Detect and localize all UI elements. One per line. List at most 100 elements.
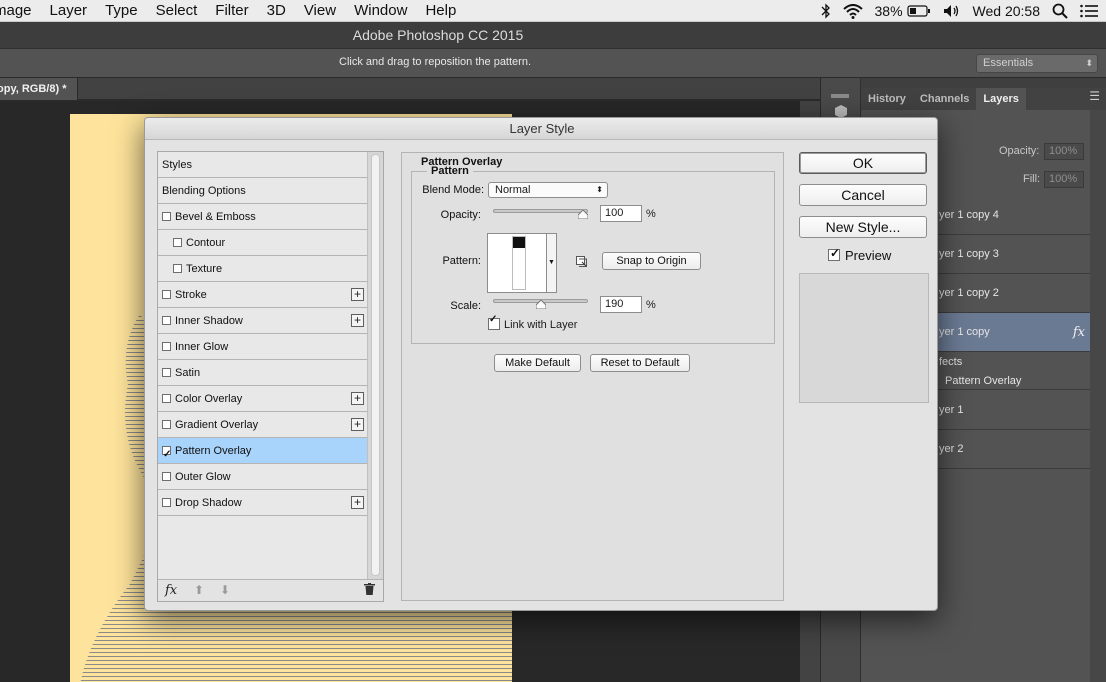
tab-history[interactable]: History	[861, 88, 913, 110]
add-instance-plus-icon[interactable]: +	[351, 418, 364, 431]
menu-3d[interactable]: 3D	[258, 0, 295, 22]
style-item-label: Styles	[162, 159, 192, 171]
bluetooth-icon[interactable]	[821, 3, 831, 19]
opacity-slider[interactable]	[493, 209, 588, 213]
menu-type[interactable]: Type	[96, 0, 147, 22]
panel-scrollbar[interactable]	[1090, 110, 1106, 682]
preview-toggle[interactable]: Preview	[828, 246, 891, 263]
panel-collapse-bar[interactable]	[861, 78, 1106, 88]
layer-fill-field[interactable]: 100%	[1044, 171, 1084, 188]
workspace-select[interactable]: Essentials ⬍	[976, 54, 1098, 73]
opacity-input[interactable]: 100	[600, 205, 642, 222]
pattern-picker-dropdown[interactable]: ▼	[547, 233, 557, 293]
style-item[interactable]: Styles	[158, 152, 368, 178]
layer-name: yer 2	[939, 443, 964, 455]
style-item[interactable]: Color Overlay +	[158, 386, 368, 412]
layer-fx-icon[interactable]: fx	[1073, 313, 1085, 352]
style-checkbox[interactable]	[162, 342, 171, 351]
menu-bar: mage Layer Type Select Filter 3D View Wi…	[0, 0, 1106, 22]
style-item[interactable]: Pattern Overlay	[158, 438, 368, 468]
wifi-icon[interactable]	[842, 3, 863, 19]
reset-to-default-button[interactable]: Reset to Default	[590, 354, 690, 372]
effects-label: fects	[939, 356, 963, 368]
style-checkbox[interactable]	[162, 442, 171, 468]
cancel-button[interactable]: Cancel	[799, 184, 927, 206]
style-item[interactable]: Texture	[158, 256, 368, 282]
style-checkbox[interactable]	[162, 394, 171, 403]
style-checkbox[interactable]	[162, 212, 171, 221]
styles-list-scrollbar[interactable]	[367, 152, 383, 579]
style-item[interactable]: Drop Shadow +	[158, 490, 368, 516]
make-default-button[interactable]: Make Default	[494, 354, 581, 372]
style-item[interactable]: Inner Shadow +	[158, 308, 368, 334]
menu-help[interactable]: Help	[416, 0, 465, 22]
style-checkbox[interactable]	[173, 264, 182, 273]
scale-slider-thumb[interactable]	[535, 300, 546, 309]
spotlight-search-icon[interactable]	[1052, 3, 1068, 19]
menu-filter[interactable]: Filter	[206, 0, 257, 22]
add-instance-plus-icon[interactable]: +	[351, 288, 364, 301]
notification-center-icon[interactable]	[1080, 4, 1098, 18]
new-style-button[interactable]: New Style...	[799, 216, 927, 238]
style-checkbox[interactable]	[162, 290, 171, 299]
style-checkbox[interactable]	[162, 368, 171, 377]
style-checkbox[interactable]	[162, 472, 171, 481]
trash-icon[interactable]	[364, 583, 375, 598]
add-effect-fx-button[interactable]: fx	[165, 583, 177, 598]
ok-button[interactable]: OK	[799, 152, 927, 174]
style-item-label: Texture	[186, 263, 223, 275]
blend-mode-value: Normal	[495, 184, 531, 196]
menu-image[interactable]: mage	[0, 0, 41, 22]
style-item[interactable]: Bevel & Emboss	[158, 204, 368, 230]
style-checkbox[interactable]	[173, 238, 182, 247]
style-checkbox[interactable]	[162, 498, 171, 507]
blend-mode-select[interactable]: Normal ⬍	[488, 182, 608, 198]
add-instance-plus-icon[interactable]: +	[351, 392, 364, 405]
style-item[interactable]: Outer Glow	[158, 464, 368, 490]
menu-view[interactable]: View	[295, 0, 345, 22]
move-up-icon[interactable]: ⬆	[194, 583, 204, 597]
new-preset-icon[interactable]	[576, 256, 587, 270]
style-item[interactable]: Stroke +	[158, 282, 368, 308]
style-item-label: Bevel & Emboss	[175, 211, 256, 223]
workspace-value: Essentials	[983, 57, 1034, 69]
link-with-layer-checkbox[interactable]: Link with Layer	[488, 314, 577, 331]
scrollbar-thumb[interactable]	[371, 154, 380, 576]
opacity-slider-thumb[interactable]	[578, 210, 588, 219]
clock[interactable]: Wed 20:58	[973, 3, 1040, 19]
layer-style-dialog: Layer Style Styles Blending Options Bevel …	[144, 117, 938, 611]
style-item[interactable]: Satin	[158, 360, 368, 386]
layer-name: yer 1 copy 4	[939, 209, 999, 221]
add-instance-plus-icon[interactable]: +	[351, 314, 364, 327]
move-down-icon[interactable]: ⬇	[220, 583, 230, 597]
tab-layers[interactable]: Layers	[976, 88, 1026, 110]
pattern-swatch[interactable]	[487, 233, 547, 293]
menu-select[interactable]: Select	[147, 0, 207, 22]
add-instance-plus-icon[interactable]: +	[351, 496, 364, 509]
scale-input[interactable]: 190	[600, 296, 642, 313]
percent-sign: %	[646, 299, 656, 311]
document-tab[interactable]: opy, RGB/8) *	[0, 78, 78, 100]
tab-channels[interactable]: Channels	[913, 88, 977, 110]
panel-menu-icon[interactable]: ☰	[1089, 89, 1100, 103]
layer-name: yer 1 copy	[939, 326, 990, 338]
effect-item[interactable]: Pattern Overlay	[945, 374, 1091, 388]
menu-window[interactable]: Window	[345, 0, 416, 22]
volume-icon[interactable]	[943, 4, 961, 18]
battery-icon[interactable]	[906, 5, 931, 17]
style-item[interactable]: Contour	[158, 230, 368, 256]
style-checkbox[interactable]	[162, 420, 171, 429]
style-item[interactable]: Gradient Overlay +	[158, 412, 368, 438]
layer-opacity-field[interactable]: 100%	[1044, 143, 1084, 160]
checkbox[interactable]	[488, 314, 500, 330]
style-item[interactable]: Inner Glow	[158, 334, 368, 360]
menu-layer[interactable]: Layer	[41, 0, 97, 22]
options-hint: Click and drag to reposition the pattern…	[339, 56, 532, 68]
preview-checkbox[interactable]	[828, 246, 840, 261]
style-item[interactable]: Blending Options	[158, 178, 368, 204]
dialog-title[interactable]: Layer Style	[145, 118, 937, 140]
snap-to-origin-button[interactable]: Snap to Origin	[602, 252, 701, 270]
layer-name: yer 1 copy 3	[939, 248, 999, 260]
battery-percent: 38%	[874, 3, 903, 19]
style-checkbox[interactable]	[162, 316, 171, 325]
